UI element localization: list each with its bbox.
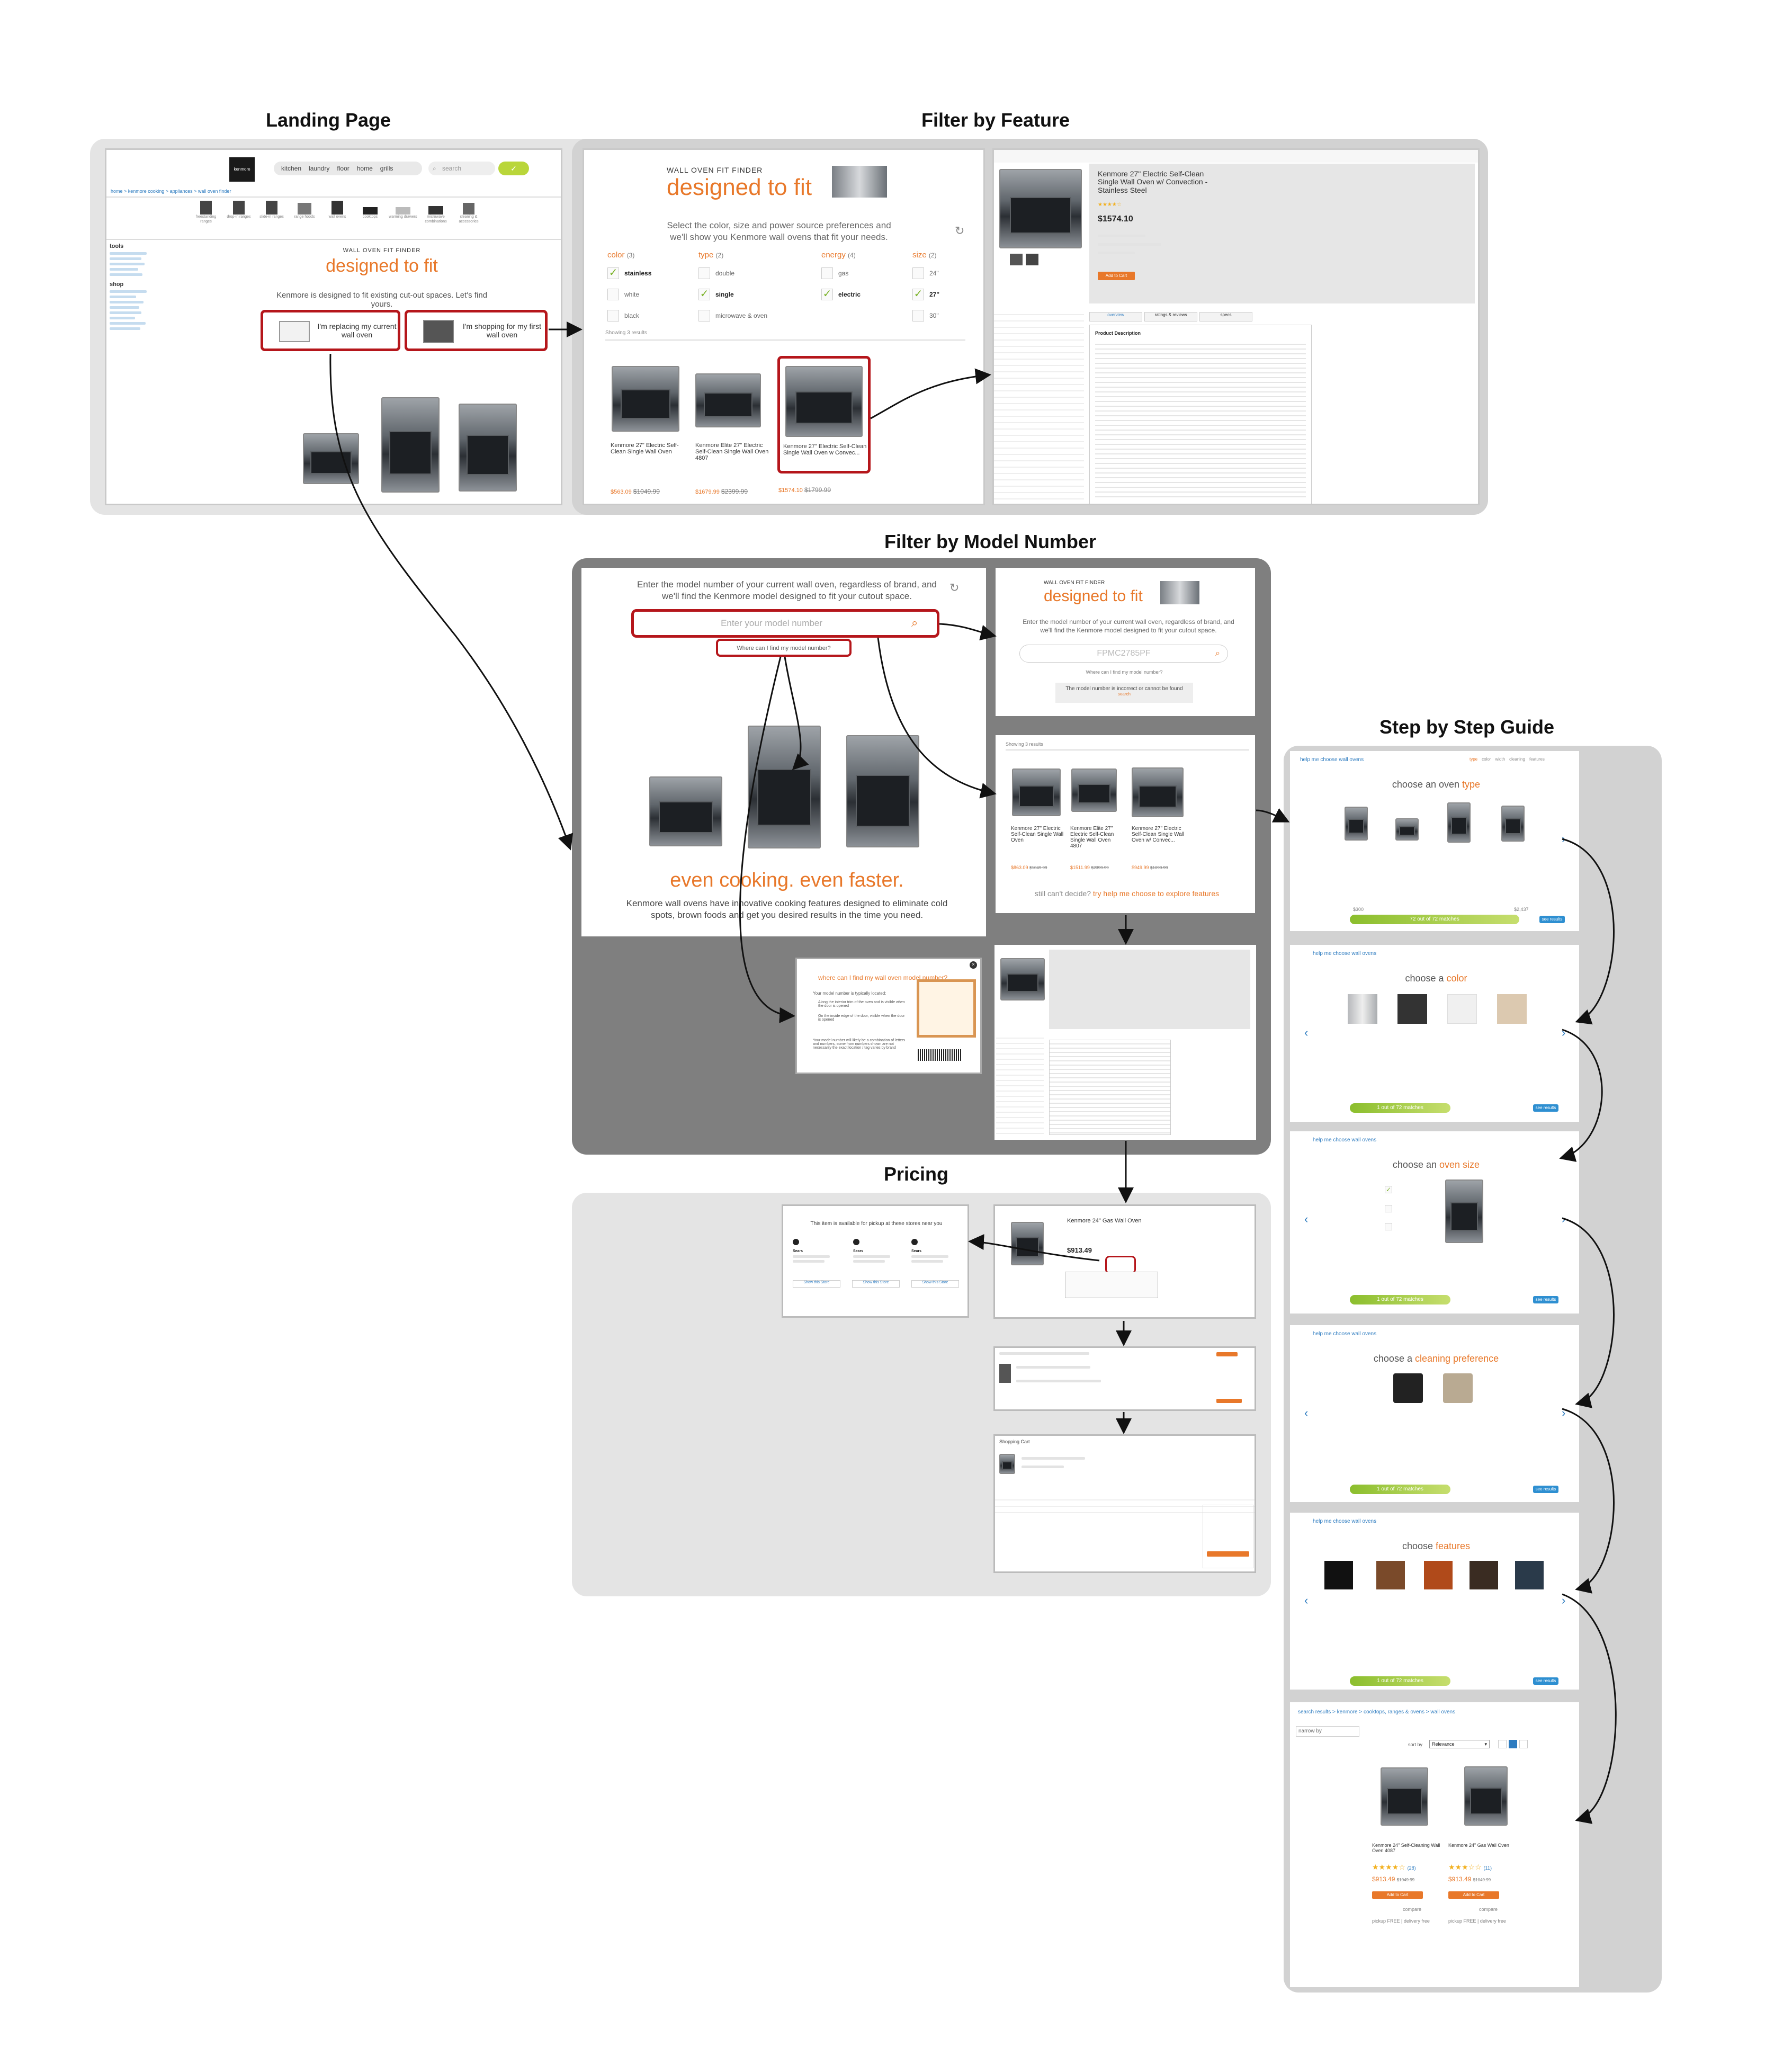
flow-arrows <box>329 321 1617 1824</box>
arrow-search-to-results <box>877 637 997 799</box>
arrow-step3-to-step4 <box>1562 1217 1615 1408</box>
arrow-step2-to-step3 <box>1559 1029 1603 1162</box>
arrow-where-to-results <box>784 656 809 771</box>
arrow-input-to-card2 <box>939 623 997 641</box>
arrow-step5-to-results <box>1562 1593 1617 1824</box>
arrow-to-detail <box>870 368 991 419</box>
arrow-step1-to-step2 <box>1562 838 1615 1025</box>
arrow-pricing-to-pickup <box>968 1234 1100 1262</box>
arrow-results-to-steps <box>1256 808 1290 823</box>
arrow-step4-to-step5 <box>1562 1408 1615 1594</box>
arrow-replace-to-model <box>329 353 574 851</box>
arrow-where-to-popup <box>739 656 795 1023</box>
